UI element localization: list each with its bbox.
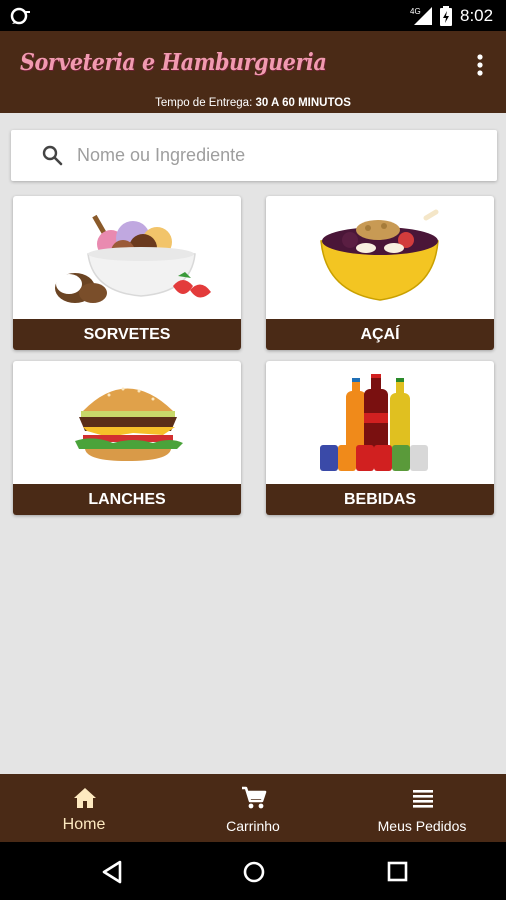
app-title: Sorveteria e Hamburgueria <box>20 49 327 76</box>
search-bar[interactable] <box>11 130 497 181</box>
nav-carrinho[interactable]: Carrinho <box>169 774 337 842</box>
nav-home-label: Home <box>62 816 106 833</box>
bottom-navigation: Home Carrinho Meus Pedidos <box>0 774 506 842</box>
home-circle-icon[interactable] <box>241 860 267 884</box>
delivery-value: 30 A 60 MINUTOS <box>255 97 351 109</box>
notification-icon <box>10 7 30 25</box>
svg-text:4G: 4G <box>410 7 421 16</box>
signal-icon: 4G <box>410 7 432 25</box>
category-card-sorvetes[interactable]: SORVETES <box>13 196 241 350</box>
nav-meus-pedidos-label: Meus Pedidos <box>377 818 467 834</box>
category-card-bebidas[interactable]: BEBIDAS <box>266 361 494 515</box>
clock: 8:02 <box>460 6 494 25</box>
delivery-label: Tempo de Entrega: <box>155 97 253 109</box>
category-label: SORVETES <box>13 319 241 350</box>
category-label: LANCHES <box>13 484 241 515</box>
drinks-image <box>320 374 428 471</box>
system-navigation-bar <box>0 842 506 900</box>
category-card-lanches[interactable]: LANCHES <box>13 361 241 515</box>
back-icon[interactable] <box>100 860 126 884</box>
app-bar: Sorveteria e Hamburgueria Tempo de Entre… <box>0 31 506 113</box>
more-options-icon[interactable] <box>470 51 490 79</box>
category-card-acai[interactable]: AÇAÍ <box>266 196 494 350</box>
status-bar: 4G 8:02 <box>0 0 506 31</box>
nav-meus-pedidos[interactable]: Meus Pedidos <box>338 774 506 842</box>
category-label: AÇAÍ <box>266 319 494 350</box>
home-icon <box>74 788 96 808</box>
battery-icon <box>440 6 452 26</box>
nav-home[interactable]: Home <box>0 774 168 842</box>
category-label: BEBIDAS <box>266 484 494 515</box>
list-icon <box>413 790 433 808</box>
acai-bowl-image <box>320 209 439 301</box>
cart-icon <box>242 786 267 809</box>
delivery-time: Tempo de Entrega: 30 A 60 MINUTOS <box>0 97 506 109</box>
search-input[interactable] <box>77 138 477 173</box>
nav-carrinho-label: Carrinho <box>226 818 280 834</box>
recents-icon[interactable] <box>384 860 410 884</box>
search-icon <box>42 145 63 166</box>
ice-cream-image <box>55 214 211 303</box>
burger-image <box>75 387 183 461</box>
